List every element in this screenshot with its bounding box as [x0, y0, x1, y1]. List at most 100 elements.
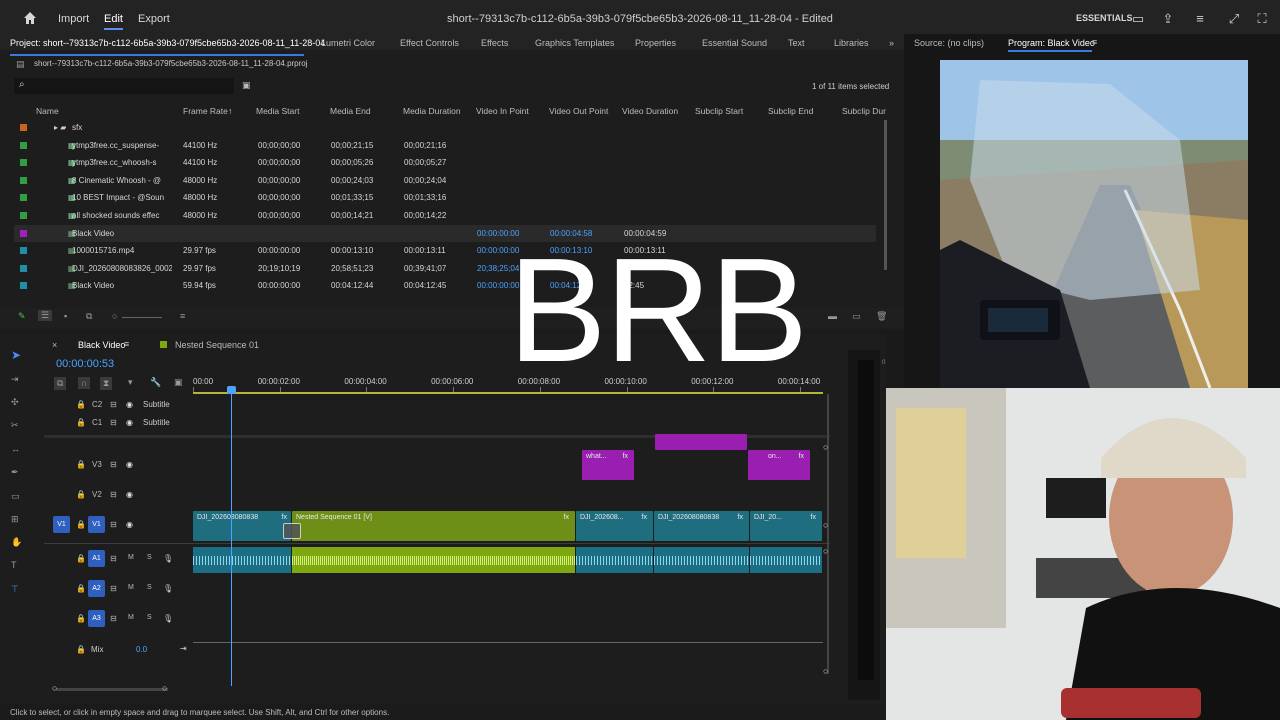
close-sequence-icon[interactable]: ×	[52, 340, 57, 350]
sync-icon[interactable]: ⊟	[110, 520, 117, 529]
lock-icon[interactable]: 🔒	[76, 614, 86, 623]
track-target-a1[interactable]: A1	[88, 550, 105, 567]
project-list-item[interactable]: ▦ ytmp3free.cc_suspense- 44100 Hz 00;00;00;…	[14, 137, 876, 154]
slip-tool-icon[interactable]: ↔	[11, 444, 20, 454]
edit-tab[interactable]: Edit	[104, 13, 123, 25]
label-color-swatch[interactable]	[20, 264, 27, 272]
scroll-handle-top[interactable]: ○	[823, 442, 828, 452]
lock-icon[interactable]: 🔒	[76, 460, 86, 469]
microphone-icon[interactable]: 🎙	[163, 614, 173, 623]
zoom-slider-handle[interactable]: ○	[112, 311, 117, 321]
a1-clip-2[interactable]	[576, 547, 653, 573]
sync-icon[interactable]: ⊟	[110, 418, 117, 427]
microphone-icon[interactable]: 🎙	[163, 584, 173, 593]
sort-icon[interactable]: ≡	[180, 311, 185, 321]
eye-icon[interactable]: ◉	[126, 490, 133, 499]
add-marker-icon[interactable]: ▾	[128, 377, 133, 388]
v1-clip-dji-2[interactable]: DJI_202608... fx	[576, 511, 653, 541]
new-item-button[interactable]: ▭	[852, 311, 861, 322]
a1-clip-1[interactable]	[193, 547, 291, 573]
nest-icon[interactable]: ⧉	[54, 377, 67, 390]
col-subclip-end[interactable]: Subclip End	[768, 106, 813, 116]
lock-icon[interactable]: 🔒	[76, 400, 86, 409]
col-video-in-point[interactable]: Video In Point	[476, 106, 529, 116]
track-target-a3[interactable]: A3	[88, 610, 105, 627]
v1-clip-dji-1[interactable]: DJI_202608080838 fx	[193, 511, 291, 541]
lock-icon[interactable]: 🔒	[76, 520, 86, 529]
tab-libraries[interactable]: Libraries	[834, 38, 869, 48]
v1-clip-nested-sequence[interactable]: Nested Sequence 01 [V] fx	[292, 511, 575, 541]
rectangle-tool-icon[interactable]: ▭	[11, 491, 20, 502]
tab-effects[interactable]: Effects	[481, 38, 508, 48]
tab-source[interactable]: Source: (no clips)	[914, 38, 984, 48]
expand-icon[interactable]: ⤢	[1226, 11, 1242, 27]
list-view-icon[interactable]: ☰	[38, 310, 53, 321]
tab-properties[interactable]: Properties	[635, 38, 676, 48]
panel-icon[interactable]: ▭	[1130, 11, 1146, 27]
label-color-swatch[interactable]	[20, 229, 27, 237]
lock-icon[interactable]: 🔒	[76, 554, 86, 563]
v1-clip-dji-4[interactable]: DJI_20... fx	[750, 511, 822, 541]
col-subclip-start[interactable]: Subclip Start	[695, 106, 743, 116]
caption-tool-icon[interactable]: ⊤	[11, 584, 19, 595]
mix-value[interactable]: 0.0	[136, 645, 147, 654]
col-media-duration[interactable]: Media Duration	[403, 106, 461, 116]
ripple-edit-tool-icon[interactable]: ✣	[11, 397, 19, 408]
lock-icon[interactable]: 🔒	[76, 645, 86, 654]
export-tab[interactable]: Export	[138, 13, 170, 25]
vertical-scrollbar[interactable]	[827, 394, 829, 674]
project-list-item[interactable]: ▦ ytmp3free.cc_whoosh-s 44100 Hz 00;00;00;0…	[14, 154, 876, 171]
tab-lumetri-color[interactable]: Lumetri Color	[321, 38, 375, 48]
label-color-swatch[interactable]	[20, 159, 27, 167]
mute-button[interactable]: M	[128, 614, 134, 621]
lock-icon[interactable]: 🔒	[76, 418, 86, 427]
snap-icon[interactable]: ∩	[78, 377, 91, 389]
home-icon[interactable]	[22, 11, 38, 27]
tab-project[interactable]: Project: short--79313c7b-c112-6b5a-39b3-…	[10, 38, 325, 48]
scroll-handle-a[interactable]: ○	[823, 546, 828, 556]
freeform-view-icon[interactable]: ⧉	[86, 311, 92, 322]
project-list-item[interactable]: ▦ 8 Cinematic Whoosh - @48000 Hz 00;00;00;…	[14, 172, 876, 189]
a1-clip-nested[interactable]	[292, 547, 575, 573]
label-color-swatch[interactable]	[20, 176, 27, 184]
lock-icon[interactable]: 🔒	[76, 490, 86, 499]
a1-clip-3[interactable]	[654, 547, 749, 573]
tab-sequence-black-video[interactable]: Black Video	[78, 340, 125, 350]
v3-clip-what[interactable]: what... fx	[582, 450, 634, 480]
track-target-v1[interactable]: V1	[88, 516, 105, 533]
more-tabs-icon[interactable]: »	[889, 38, 894, 48]
project-list-item[interactable]: ▸ ▰ sfx	[14, 119, 876, 136]
project-list-item[interactable]: ▦ 10 BEST Impact - @Soun 48000 Hz 00;00;00;…	[14, 189, 876, 206]
go-to-end-icon[interactable]: ⇥	[180, 644, 187, 653]
razor-tool-icon[interactable]: ✂	[11, 420, 19, 431]
project-scrollbar[interactable]	[884, 120, 887, 270]
label-color-swatch[interactable]	[20, 282, 27, 290]
import-tab[interactable]: Import	[58, 13, 89, 25]
track-select-tool-icon[interactable]: ⇥	[11, 374, 19, 385]
eye-icon[interactable]: ◉	[126, 400, 133, 409]
remix-tool-icon[interactable]: ⊞	[11, 514, 19, 525]
icon-view-icon[interactable]: ▪	[64, 311, 67, 321]
solo-button[interactable]: S	[147, 614, 152, 621]
eye-icon[interactable]: ◉	[126, 418, 133, 427]
tab-essential-sound[interactable]: Essential Sound	[702, 38, 767, 48]
search-input[interactable]: ⌕	[14, 78, 234, 94]
v3-clip-on[interactable]: on... fx	[748, 450, 810, 480]
captions-icon[interactable]: ▣	[174, 377, 183, 388]
tab-program[interactable]: Program: Black Video	[1008, 38, 1095, 48]
pencil-icon[interactable]: ✎	[18, 311, 26, 322]
share-icon[interactable]: ⇪	[1160, 11, 1176, 27]
col-frame-rate[interactable]: Frame Rate	[183, 106, 228, 116]
zoom-slider-track[interactable]	[122, 317, 162, 318]
scroll-handle-bottom[interactable]: ○	[823, 666, 828, 676]
col-subclip-dur[interactable]: Subclip Dur	[842, 106, 886, 116]
new-bin-button[interactable]: ▬	[828, 311, 837, 321]
col-media-end[interactable]: Media End	[330, 106, 371, 116]
fullscreen-icon[interactable]: ⛶	[1254, 11, 1270, 27]
label-color-swatch[interactable]	[20, 141, 27, 149]
mute-button[interactable]: M	[128, 554, 134, 561]
v4-clip[interactable]	[655, 434, 747, 450]
lock-icon[interactable]: 🔒	[76, 584, 86, 593]
hand-tool-icon[interactable]: ✋	[11, 537, 22, 548]
tab-text[interactable]: Text	[788, 38, 805, 48]
